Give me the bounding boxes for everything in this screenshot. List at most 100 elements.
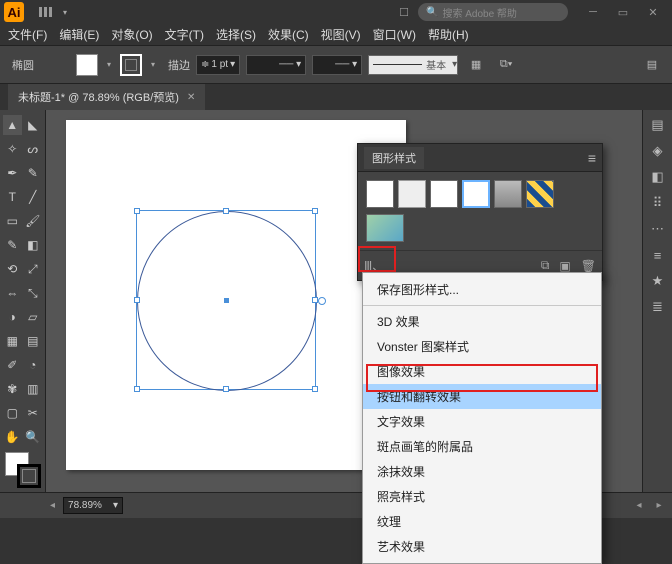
options-icon[interactable]: ▤ [640,53,664,77]
workspace-switcher-icon[interactable] [32,2,60,22]
hand-tool-icon[interactable]: ✋ [3,427,22,447]
sync-icon[interactable]: ☐ [390,2,418,22]
type-tool-icon[interactable]: T [3,187,22,207]
menu-item-save-style[interactable]: 保存图形样式... [363,277,601,302]
panel-menu-icon[interactable]: ≡ [588,150,596,166]
gradient-tool-icon[interactable]: ▤ [24,331,43,351]
graphic-style-swatch[interactable] [366,180,394,208]
blend-tool-icon[interactable]: ◔ [24,355,43,375]
properties-panel-icon[interactable]: ▤ [647,114,669,136]
eraser-tool-icon[interactable]: ◧ [24,235,43,255]
brushes-panel-icon[interactable]: ⋯ [647,218,669,240]
stroke-dropdown-icon[interactable]: ▾ [148,60,158,69]
artboard-tool-icon[interactable]: ▢ [3,403,22,423]
scale-tool-icon[interactable]: ⤢ [24,259,43,279]
layers-panel-icon[interactable]: ≣ [647,296,669,318]
variable-width-profile[interactable]: ── ▾ [246,55,306,75]
menu-file[interactable]: 文件(F) [2,23,53,46]
resize-handle[interactable] [312,386,318,392]
magic-wand-tool-icon[interactable]: ✧ [3,139,22,159]
menu-item-illuminate[interactable]: 照亮样式 [363,484,601,509]
pie-widget-handle[interactable] [318,297,326,305]
resize-handle[interactable] [134,297,140,303]
rotate-tool-icon[interactable]: ⟲ [3,259,22,279]
graphic-style-preview[interactable]: 基本▾ [368,55,458,75]
resize-handle[interactable] [223,208,229,214]
menu-effect[interactable]: 效果(C) [262,23,315,46]
align-icon[interactable]: ⧉▾ [494,53,518,77]
mesh-tool-icon[interactable]: ▦ [3,331,22,351]
line-tool-icon[interactable]: ╱ [24,187,43,207]
menu-select[interactable]: 选择(S) [210,23,262,46]
menu-view[interactable]: 视图(V) [315,23,367,46]
rectangle-tool-icon[interactable]: ▭ [3,211,22,231]
graphic-style-swatch[interactable] [430,180,458,208]
menu-item-vonster[interactable]: Vonster 图案样式 [363,334,601,359]
graphic-style-swatch[interactable] [494,180,522,208]
minimize-button[interactable]: ─ [578,2,608,22]
close-button[interactable]: ✕ [638,2,668,22]
opacity-icon[interactable]: ▦ [464,53,488,77]
menu-item-3d-effect[interactable]: 3D 效果 [363,305,601,334]
menu-window[interactable]: 窗口(W) [367,23,422,46]
direct-selection-tool-icon[interactable]: ◣ [24,115,43,135]
pen-tool-icon[interactable]: ✒ [3,163,22,183]
free-transform-tool-icon[interactable]: ⤡ [24,283,43,303]
paintbrush-tool-icon[interactable]: 🖌 [24,211,43,231]
stroke-swatch[interactable] [120,54,142,76]
resize-handle[interactable] [312,208,318,214]
fill-swatch[interactable] [76,54,98,76]
scroll-right-icon[interactable]: ▸ [652,499,666,513]
stroke-panel-icon[interactable]: ≡ [647,244,669,266]
menu-help[interactable]: 帮助(H) [422,23,475,46]
document-tab[interactable]: 未标题-1* @ 78.89% (RGB/预览) ✕ [8,84,205,110]
zoom-level-input[interactable]: 78.89%▾ [63,497,123,514]
graphic-style-swatch[interactable] [526,180,554,208]
slice-tool-icon[interactable]: ✂ [24,403,43,423]
stroke-weight-input[interactable]: ≑1 pt▾ [196,55,240,75]
shaper-tool-icon[interactable]: ✎ [3,235,22,255]
swatches-panel-icon[interactable]: ⠿ [647,192,669,214]
selection-bounding-box[interactable] [136,210,316,390]
menu-item-artistic[interactable]: 艺术效果 [363,534,601,559]
menu-item-texture[interactable]: 纹理 [363,509,601,534]
zoom-tool-icon[interactable]: 🔍 [24,427,43,447]
graphic-style-swatch[interactable] [398,180,426,208]
eyedropper-tool-icon[interactable]: ✐ [3,355,22,375]
menu-item-text-effect[interactable]: 文字效果 [363,409,601,434]
break-link-icon[interactable]: ⧉ [541,258,550,273]
resize-handle[interactable] [223,386,229,392]
stroke-color-indicator[interactable] [17,464,41,488]
libraries-panel-icon[interactable]: ◈ [647,140,669,162]
brush-definition[interactable]: ── ▾ [312,55,362,75]
menu-object[interactable]: 对象(O) [105,23,158,46]
curvature-tool-icon[interactable]: ✎ [24,163,43,183]
menu-type[interactable]: 文字(T) [159,23,210,46]
perspective-tool-icon[interactable]: ▱ [24,307,43,327]
menu-item-scribble[interactable]: 涂抹效果 [363,459,601,484]
column-graph-tool-icon[interactable]: ▥ [24,379,43,399]
color-panel-icon[interactable]: ◧ [647,166,669,188]
panel-tab-graphic-styles[interactable]: 图形样式 [364,147,424,169]
fill-dropdown-icon[interactable]: ▾ [104,60,114,69]
menu-edit[interactable]: 编辑(E) [53,23,105,46]
panel-header[interactable]: 图形样式 ≡ [358,144,602,172]
symbol-sprayer-tool-icon[interactable]: ✾ [3,379,22,399]
graphic-style-swatch-selected[interactable] [462,180,490,208]
delete-style-icon[interactable]: 🗑 [581,259,596,273]
selection-tool-icon[interactable]: ▲ [3,115,22,135]
resize-handle[interactable] [134,386,140,392]
fill-stroke-indicator[interactable] [5,452,41,488]
chevron-down-icon[interactable]: ▾ [60,8,70,17]
menu-item-blob-brush[interactable]: 斑点画笔的附属品 [363,434,601,459]
new-style-icon[interactable]: ▣ [559,259,570,273]
resize-handle[interactable] [134,208,140,214]
nav-prev-icon[interactable]: ◂ [50,500,55,511]
graphic-style-preview-thumb[interactable] [366,214,404,242]
scroll-left-icon[interactable]: ◂ [632,499,646,513]
shape-builder-tool-icon[interactable]: ◑ [3,307,22,327]
close-tab-icon[interactable]: ✕ [187,92,195,103]
restore-button[interactable]: ▭ [608,2,638,22]
width-tool-icon[interactable]: ⇔ [3,283,22,303]
lasso-tool-icon[interactable]: ᔕ [24,139,43,159]
